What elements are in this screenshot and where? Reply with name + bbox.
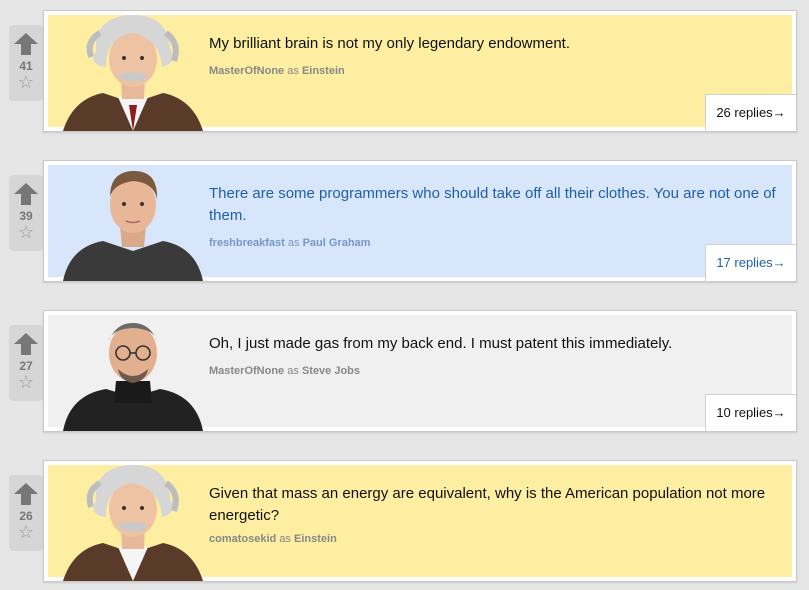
star-icon[interactable]: ☆	[9, 72, 43, 92]
replies-button[interactable]: 10 replies→	[705, 394, 796, 431]
author-link[interactable]: MasterOfNone	[209, 65, 284, 77]
byline-as: as	[279, 533, 291, 545]
post-byline: freshbreakfast as Paul Graham	[209, 237, 370, 249]
vote-count: 41	[19, 59, 33, 73]
vote-count: 27	[19, 359, 33, 373]
post-quote: Given that mass an energy are equivalent…	[209, 485, 766, 524]
character-link[interactable]: Einstein	[302, 65, 345, 77]
replies-button[interactable]: 17 replies→	[705, 244, 796, 281]
author-link[interactable]: MasterOfNone	[209, 365, 284, 377]
byline-as: as	[287, 237, 300, 249]
post-byline: MasterOfNone as Steve Jobs	[209, 365, 360, 377]
up-arrow-icon[interactable]	[14, 483, 38, 505]
einstein-avatar	[63, 464, 203, 581]
byline-as: as	[287, 65, 299, 77]
post-card: There are some programmers who should ta…	[43, 160, 797, 282]
star-icon[interactable]: ☆	[9, 372, 43, 392]
post-item: 27 ☆ Oh, I just made gas from my back en…	[0, 310, 809, 440]
post-byline: comatosekid as Einstein	[209, 533, 337, 545]
byline-as: as	[287, 365, 299, 377]
author-link[interactable]: comatosekid	[209, 533, 276, 545]
vote-count: 26	[19, 509, 33, 523]
up-arrow-icon[interactable]	[14, 333, 38, 355]
post-item: 39 ☆ There are some programmers who shou…	[0, 160, 809, 290]
character-link[interactable]: Steve Jobs	[302, 365, 360, 377]
vote-count: 39	[19, 209, 33, 223]
post-item: 41 ☆ My brilliant brain is not my only l…	[0, 10, 809, 140]
post-byline: MasterOfNone as Einstein	[209, 65, 345, 77]
character-link[interactable]: Einstein	[294, 533, 337, 545]
post-card: Given that mass an energy are equivalent…	[43, 460, 797, 582]
star-icon[interactable]: ☆	[9, 222, 43, 242]
vote-box: 39 ☆	[9, 175, 43, 251]
star-icon[interactable]: ☆	[9, 522, 43, 542]
vote-box: 26 ☆	[9, 475, 43, 551]
post-quote: There are some programmers who should ta…	[209, 185, 776, 224]
vote-box: 41 ☆	[9, 25, 43, 101]
post-item: 26 ☆ Given that mass an energy are equiv…	[0, 460, 809, 590]
post-card: Oh, I just made gas from my back end. I …	[43, 310, 797, 432]
post-card: My brilliant brain is not my only legend…	[43, 10, 797, 132]
post-quote: My brilliant brain is not my only legend…	[209, 35, 571, 52]
steve-jobs-avatar	[63, 323, 203, 431]
replies-button[interactable]: 26 replies→	[705, 94, 796, 131]
einstein-avatar	[63, 14, 203, 131]
character-link[interactable]: Paul Graham	[303, 237, 371, 249]
post-quote: Oh, I just made gas from my back end. I …	[209, 335, 673, 352]
author-link[interactable]: freshbreakfast	[209, 237, 285, 249]
up-arrow-icon[interactable]	[14, 183, 38, 205]
up-arrow-icon[interactable]	[14, 33, 38, 55]
vote-box: 27 ☆	[9, 325, 43, 401]
paul-graham-avatar	[63, 171, 203, 281]
